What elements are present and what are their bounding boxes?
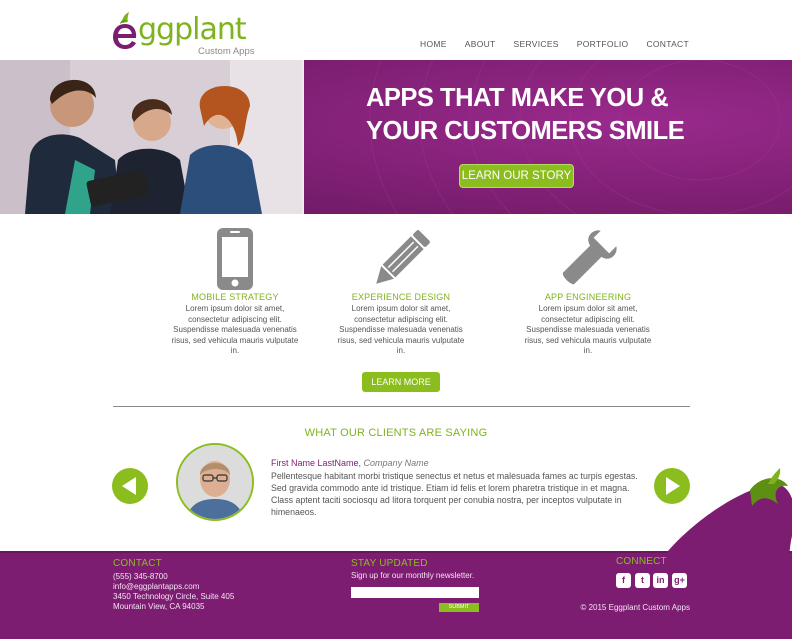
pencil-icon <box>376 230 430 284</box>
client-company: Company Name <box>363 458 429 468</box>
footer-newsletter-heading: STAY UPDATED <box>351 558 428 569</box>
eggplant-e-logo-icon <box>113 12 137 49</box>
arrow-left-icon <box>122 477 136 495</box>
footer-connect-heading: CONNECT <box>616 556 667 567</box>
wrench-icon <box>562 230 617 285</box>
footer-connect: CONNECT <box>616 556 667 567</box>
facebook-icon[interactable]: f <box>616 573 631 588</box>
hero-photo-friends <box>0 60 304 214</box>
nav-contact[interactable]: CONTACT <box>646 39 689 49</box>
nav-home[interactable]: HOME <box>420 39 447 49</box>
main-nav: HOME ABOUT SERVICES PORTFOLIO CONTACT <box>402 39 689 49</box>
testimonial-attribution: First Name LastName, Company Name <box>271 458 429 468</box>
twitter-icon[interactable]: t <box>635 573 650 588</box>
service-title: APP ENGINEERING <box>544 292 632 302</box>
nav-services[interactable]: SERVICES <box>514 39 559 49</box>
footer-contact: CONTACT (555) 345-8700 info@eggplantapps… <box>113 558 234 612</box>
hero-photo-illustration <box>0 60 302 214</box>
learn-our-story-button[interactable]: LEARN OUR STORY <box>459 164 574 188</box>
service-mobile-strategy: MOBILE STRATEGY Lorem ipsum dolor sit am… <box>170 228 300 357</box>
client-name: First Name LastName, <box>271 458 362 468</box>
hero-headline-line2: YOUR CUSTOMERS SMILE <box>366 117 685 145</box>
service-app-engineering: APP ENGINEERING Lorem ipsum dolor sit am… <box>523 228 653 357</box>
copyright-text: © 2015 Eggplant Custom Apps <box>580 603 690 612</box>
service-title: EXPERIENCE DESIGN <box>351 292 451 302</box>
client-avatar <box>176 443 254 521</box>
logo-tagline: Custom Apps <box>198 46 255 57</box>
google-plus-icon[interactable]: g+ <box>672 573 687 588</box>
newsletter-submit-button[interactable]: SUBMIT <box>439 603 479 612</box>
client-portrait <box>178 445 252 519</box>
service-description: Lorem ipsum dolor sit amet, consectetur … <box>171 304 299 355</box>
testimonials-heading: WHAT OUR CLIENTS ARE SAYING <box>304 427 488 439</box>
service-title: MOBILE STRATEGY <box>191 292 279 302</box>
footer-newsletter-text: Sign up for our monthly newsletter. <box>351 571 475 580</box>
footer-newsletter: STAY UPDATED Sign up for our monthly new… <box>351 558 474 581</box>
hero-headline-line1: APPS THAT MAKE YOU & <box>366 84 669 112</box>
footer-email[interactable]: info@eggplantapps.com <box>113 582 234 592</box>
eggplant-decoration-icon <box>660 468 792 639</box>
learn-more-button[interactable]: LEARN MORE <box>362 372 440 392</box>
site-header: ggplant Custom Apps HOME ABOUT SERVICES … <box>0 0 792 60</box>
nav-about[interactable]: ABOUT <box>465 39 496 49</box>
newsletter-email-input[interactable] <box>351 587 479 598</box>
hero-banner: APPS THAT MAKE YOU & YOUR CUSTOMERS SMIL… <box>0 60 792 214</box>
linkedin-icon[interactable]: in <box>653 573 668 588</box>
footer-phone[interactable]: (555) 345-8700 <box>113 572 234 582</box>
footer-address-line2: Mountain View, CA 94035 <box>113 602 205 611</box>
testimonial-text: Pellentesque habitant morbi tristique se… <box>271 471 638 517</box>
hero-headline: APPS THAT MAKE YOU & YOUR CUSTOMERS SMIL… <box>366 82 766 148</box>
logo-wordmark: ggplant <box>138 12 247 47</box>
service-description: Lorem ipsum dolor sit amet, consectetur … <box>524 304 652 355</box>
service-description: Lorem ipsum dolor sit amet, consectetur … <box>337 304 465 355</box>
footer-address-line1: 3450 Technology Circle, Suite 405 <box>113 592 235 601</box>
service-experience-design: EXPERIENCE DESIGN Lorem ipsum dolor sit … <box>336 228 466 357</box>
smartphone-icon <box>217 228 253 290</box>
nav-portfolio[interactable]: PORTFOLIO <box>577 39 629 49</box>
section-divider <box>113 406 690 407</box>
footer-contact-heading: CONTACT <box>113 558 162 569</box>
previous-testimonial-button[interactable] <box>112 468 148 504</box>
logo[interactable]: ggplant Custom Apps <box>112 6 262 57</box>
